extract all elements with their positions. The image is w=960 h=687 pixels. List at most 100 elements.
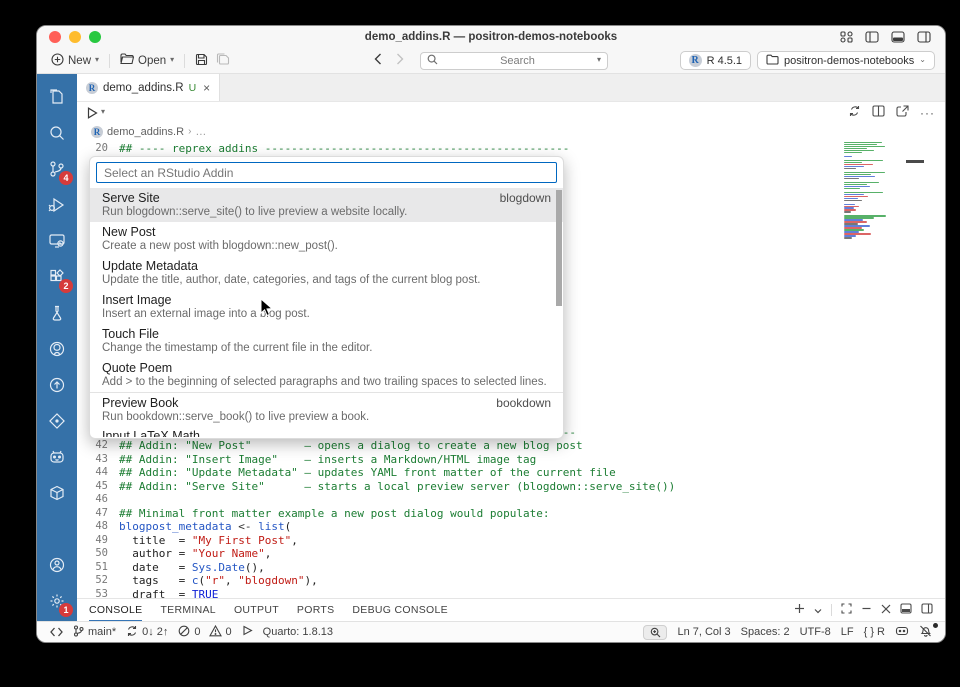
- activity-bar-item-publish[interactable]: [37, 369, 77, 405]
- activity-bar-item-explorer[interactable]: [37, 81, 77, 117]
- addin-item-quote-poem[interactable]: Quote Poem Add > to the beginning of sele…: [90, 358, 563, 392]
- zoom-window-button[interactable]: [89, 31, 101, 43]
- split-editor-icon[interactable]: [872, 104, 885, 122]
- addin-title: Input LaTeX Math: [102, 429, 200, 437]
- close-window-button[interactable]: [49, 31, 61, 43]
- workspace-selector[interactable]: positron-demos-notebooks ⌄: [757, 51, 935, 70]
- top-action-bar: New ▾ Open ▾ Search ▾ R R 4.5.1 positron…: [37, 48, 945, 74]
- breadcrumb-file[interactable]: demo_addins.R: [107, 126, 184, 138]
- panel-tab-terminal[interactable]: TERMINAL: [160, 599, 216, 621]
- addin-item-update-metadata[interactable]: Update Metadata Update the title, author,…: [90, 256, 563, 290]
- navigate-forward-icon[interactable]: [396, 52, 404, 70]
- search-input[interactable]: Search ▾: [420, 51, 608, 70]
- save-all-button[interactable]: [212, 51, 234, 71]
- navigate-back-icon[interactable]: [374, 52, 382, 70]
- save-icon: [195, 53, 208, 69]
- activity-bar-item-run-debug[interactable]: [37, 189, 77, 225]
- chevron-down-icon: ▾: [101, 107, 106, 116]
- zoom-icon[interactable]: [643, 624, 668, 640]
- branch-name: main*: [88, 626, 117, 638]
- more-actions-icon[interactable]: ···: [920, 106, 935, 120]
- breadcrumb-more[interactable]: …: [195, 126, 206, 138]
- explorer-icon: [47, 87, 67, 112]
- activity-bar-item-packages[interactable]: [37, 477, 77, 513]
- run-task-status[interactable]: [237, 622, 258, 642]
- indentation-status[interactable]: Spaces: 2: [736, 626, 795, 638]
- addin-item-new-post[interactable]: New Post Create a new post with blogdown:…: [90, 222, 563, 256]
- tab-demo-addins[interactable]: R demo_addins.R U ×: [77, 74, 221, 101]
- addin-description: Change the timestamp of the current file…: [102, 342, 373, 354]
- code-line: draft = TRUE: [119, 587, 219, 599]
- activity-bar-item-assistant[interactable]: [37, 441, 77, 477]
- panel-tab-ports[interactable]: PORTS: [297, 599, 334, 621]
- panel-tab-debug-console[interactable]: DEBUG CONSOLE: [352, 599, 448, 621]
- minimize-window-button[interactable]: [69, 31, 81, 43]
- activity-bar-item-settings[interactable]: 1: [37, 585, 77, 621]
- save-button[interactable]: [191, 51, 212, 71]
- activity-bar-item-source-control[interactable]: 4: [37, 153, 77, 189]
- panel-position-right-icon[interactable]: [921, 601, 933, 619]
- remote-indicator[interactable]: [45, 622, 68, 642]
- run-file-button[interactable]: ▾: [87, 106, 106, 119]
- line-col-label: Ln 7, Col 3: [677, 626, 731, 638]
- minimap-line: [844, 202, 912, 203]
- notifications-status[interactable]: [914, 622, 938, 640]
- line-number: 44: [95, 466, 108, 478]
- plus-icon[interactable]: [794, 601, 805, 619]
- sync-changes-icon[interactable]: [848, 104, 861, 122]
- zoom-control[interactable]: [638, 624, 672, 640]
- eol-status[interactable]: LF: [836, 626, 859, 638]
- activity-bar-item-review[interactable]: [37, 405, 77, 441]
- sync-counts: 0↓ 2↑: [142, 626, 169, 638]
- breadcrumb[interactable]: R demo_addins.R › …: [77, 123, 945, 140]
- activity-bar-item-testing[interactable]: [37, 297, 77, 333]
- code-editor[interactable]: 2021222324252627282930313233343536373839…: [77, 140, 945, 598]
- toggle-panel-icon[interactable]: [891, 31, 905, 43]
- minimap[interactable]: [844, 142, 912, 239]
- activity-bar-item-remote-sessions[interactable]: [37, 225, 77, 261]
- close-panel-icon[interactable]: [881, 601, 891, 619]
- spaces-label: Spaces: 2: [740, 626, 790, 638]
- panel-position-bottom-icon[interactable]: [900, 601, 912, 619]
- quarto-status[interactable]: Quarto: 1.8.13: [258, 622, 338, 642]
- new-button[interactable]: New ▾: [47, 51, 103, 71]
- minimap-line: [844, 173, 872, 176]
- toggle-sidebar-icon[interactable]: [865, 31, 879, 43]
- addin-item-touch-file[interactable]: Touch File Change the timestamp of the cu…: [90, 324, 563, 358]
- minimize-panel-icon[interactable]: [861, 601, 872, 619]
- open-button[interactable]: Open ▾: [116, 51, 178, 70]
- git-sync-status[interactable]: 0↓ 2↑: [121, 622, 173, 642]
- sync-icon: [126, 625, 138, 640]
- line-number: 45: [95, 479, 108, 492]
- interpreter-selector[interactable]: R R 4.5.1: [679, 51, 752, 70]
- language-mode-status[interactable]: { } R: [859, 626, 890, 638]
- activity-bar-item-search[interactable]: [37, 117, 77, 153]
- close-tab-icon[interactable]: ×: [203, 81, 210, 95]
- activity-bar-item-account[interactable]: [37, 549, 77, 585]
- addin-item-preview-book[interactable]: Preview Book bookdown Run bookdown::serve_…: [90, 392, 563, 427]
- addin-title: Touch File: [102, 327, 159, 341]
- addin-item-serve-site[interactable]: Serve Site blogdown Run blogdown::serve_si…: [90, 188, 563, 222]
- chevron-down-icon[interactable]: [814, 601, 822, 619]
- minimap-line: [844, 154, 912, 155]
- maximize-panel-icon[interactable]: [841, 601, 852, 619]
- activity-bar-item-github[interactable]: [37, 333, 77, 369]
- addin-item-input-latex-math[interactable]: Input LaTeX Math: [90, 427, 563, 437]
- encoding-status[interactable]: UTF-8: [795, 626, 836, 638]
- copilot-status[interactable]: [890, 625, 914, 639]
- packages-icon: [47, 483, 67, 508]
- problems-status[interactable]: 0 0: [173, 622, 236, 642]
- open-in-window-icon[interactable]: [896, 104, 909, 122]
- addin-item-insert-image[interactable]: Insert Image Insert an external image int…: [90, 290, 563, 324]
- cursor-position-status[interactable]: Ln 7, Col 3: [672, 626, 735, 638]
- activity-bar-item-extensions[interactable]: 2: [37, 261, 77, 297]
- customize-layout-icon[interactable]: [840, 31, 853, 43]
- quarto-version: Quarto: 1.8.13: [262, 626, 333, 638]
- panel-tab-console[interactable]: CONSOLE: [89, 599, 143, 621]
- git-branch-status[interactable]: main*: [68, 622, 121, 642]
- addin-package-tag: bookdown: [496, 396, 551, 410]
- addin-list-scrollbar[interactable]: [556, 190, 562, 306]
- toggle-secondary-sidebar-icon[interactable]: [917, 31, 931, 43]
- addin-search-input[interactable]: Select an RStudio Addin: [96, 162, 557, 183]
- panel-tab-output[interactable]: OUTPUT: [234, 599, 279, 621]
